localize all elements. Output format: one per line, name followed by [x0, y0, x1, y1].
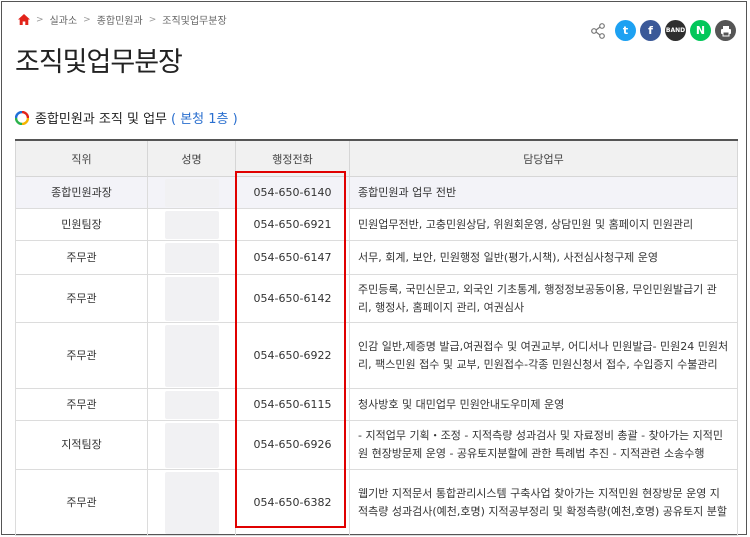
page-title: 조직및업무분장: [15, 47, 183, 78]
position-cell: 주무관: [15, 274, 148, 323]
table-row: 민원팀장 054-650-6921 민원업무전반, 고충민원상담, 위원회운영,…: [15, 208, 738, 241]
band-share-button[interactable]: BAND: [665, 20, 686, 41]
phone-cell: 054-650-6140: [235, 176, 350, 209]
twitter-icon: t: [622, 24, 629, 37]
duty-cell: 민원업무전반, 고충민원상담, 위원회운영, 상담민원 및 홈페이지 민원관리: [349, 208, 738, 241]
name-cell: [147, 469, 236, 536]
duty-cell: 서무, 회계, 보안, 민원행정 일반(평가,시책), 사전심사청구제 운영: [349, 240, 738, 275]
share-bar: t f BAND N: [589, 20, 736, 41]
band-icon: BAND: [665, 27, 686, 34]
phone-cell: 054-650-6142: [235, 274, 350, 323]
name-cell: [147, 274, 236, 323]
share-icon[interactable]: [589, 22, 607, 40]
section-bullet-icon: [15, 110, 29, 125]
name-cell: [147, 208, 236, 241]
section-title-text: 종합민원과 조직 및 업무: [35, 112, 167, 127]
redacted-name: [164, 390, 219, 419]
table-row: 지적팀장 054-650-6926 - 지적업무 기획・조정 - 지적측량 성과…: [15, 420, 738, 470]
home-icon[interactable]: [18, 14, 30, 25]
redacted-name: [164, 276, 219, 321]
breadcrumb-item[interactable]: 종합민원과: [97, 12, 143, 27]
chevron-right-icon: >: [36, 14, 44, 25]
table-row: 주무관 054-650-6115 청사방호 및 대민업무 민원안내도우미제 운영: [15, 388, 738, 421]
redacted-name: [164, 422, 219, 468]
position-cell: 지적팀장: [15, 420, 148, 470]
duty-cell: 인감 일반,제증명 발급,여권접수 및 여권교부, 어디서나 민원발급- 민원2…: [349, 322, 738, 389]
duty-cell: 웹기반 지적문서 통합관리시스템 구축사업 찾아가는 지적민원 현장방문 운영 …: [349, 469, 738, 536]
header-name: 성명: [147, 139, 236, 177]
print-button[interactable]: [715, 20, 736, 41]
name-cell: [147, 420, 236, 470]
table-row: 주무관 054-650-6922 인감 일반,제증명 발급,여권접수 및 여권교…: [15, 322, 738, 389]
position-cell: 종합민원과장: [15, 176, 148, 209]
position-cell: 주무관: [15, 388, 148, 421]
name-cell: [147, 240, 236, 275]
phone-cell: 054-650-6926: [235, 420, 350, 470]
position-cell: 주무관: [15, 469, 148, 536]
facebook-icon: f: [648, 24, 653, 37]
breadcrumb-item[interactable]: 조직및업무분장: [162, 12, 226, 27]
chevron-right-icon: >: [148, 14, 157, 25]
printer-icon: [720, 25, 731, 36]
breadcrumb: > 실과소 > 종합민원과 > 조직및업무분장: [18, 12, 227, 27]
redacted-name: [164, 324, 219, 387]
naver-share-button[interactable]: N: [690, 20, 711, 41]
table-row: 종합민원과장 054-650-6140 종합민원과 업무 전반: [15, 176, 738, 209]
redacted-name: [164, 210, 219, 239]
twitter-share-button[interactable]: t: [615, 20, 636, 41]
header-phone: 행정전화: [235, 139, 350, 177]
duty-cell: 종합민원과 업무 전반: [349, 176, 738, 209]
duty-cell: - 지적업무 기획・조정 - 지적측량 성과검사 및 자료정비 총괄 - 찾아가…: [349, 420, 738, 470]
redacted-name: [164, 471, 219, 534]
phone-cell: 054-650-6115: [235, 388, 350, 421]
header-duty: 담당업무: [349, 139, 738, 177]
naver-icon: N: [695, 24, 706, 37]
duty-cell: 주민등록, 국민신문고, 외국인 기초통계, 행정정보공동이용, 무인민원발급기…: [349, 274, 738, 323]
redacted-name: [164, 242, 219, 273]
chevron-right-icon: >: [83, 14, 91, 25]
table-row: 주무관 054-650-6382 웹기반 지적문서 통합관리시스템 구축사업 찾…: [15, 469, 738, 536]
table-row: 주무관 054-650-6142 주민등록, 국민신문고, 외국인 기초통계, …: [15, 274, 738, 323]
header-position: 직위: [15, 139, 148, 177]
phone-cell: 054-650-6922: [235, 322, 350, 389]
position-cell: 주무관: [15, 322, 148, 389]
position-cell: 주무관: [15, 240, 148, 275]
section-title: 종합민원과 조직 및 업무 ( 본청 1층 ): [15, 108, 238, 127]
duty-cell: 청사방호 및 대민업무 민원안내도우미제 운영: [349, 388, 738, 421]
name-cell: [147, 176, 236, 209]
phone-cell: 054-650-6147: [235, 240, 350, 275]
table-row: 주무관 054-650-6147 서무, 회계, 보안, 민원행정 일반(평가,…: [15, 240, 738, 275]
name-cell: [147, 388, 236, 421]
facebook-share-button[interactable]: f: [640, 20, 661, 41]
breadcrumb-item[interactable]: 실과소: [50, 12, 78, 27]
organization-table: 직위 성명 행정전화 담당업무 종합민원과장 054-650-6140 종합민원…: [15, 139, 738, 536]
phone-cell: 054-650-6382: [235, 469, 350, 536]
phone-cell: 054-650-6921: [235, 208, 350, 241]
name-cell: [147, 322, 236, 389]
table-header-row: 직위 성명 행정전화 담당업무: [15, 139, 738, 177]
position-cell: 민원팀장: [15, 208, 148, 241]
section-floor-label: ( 본청 1층 ): [171, 112, 238, 127]
redacted-name: [164, 178, 219, 207]
